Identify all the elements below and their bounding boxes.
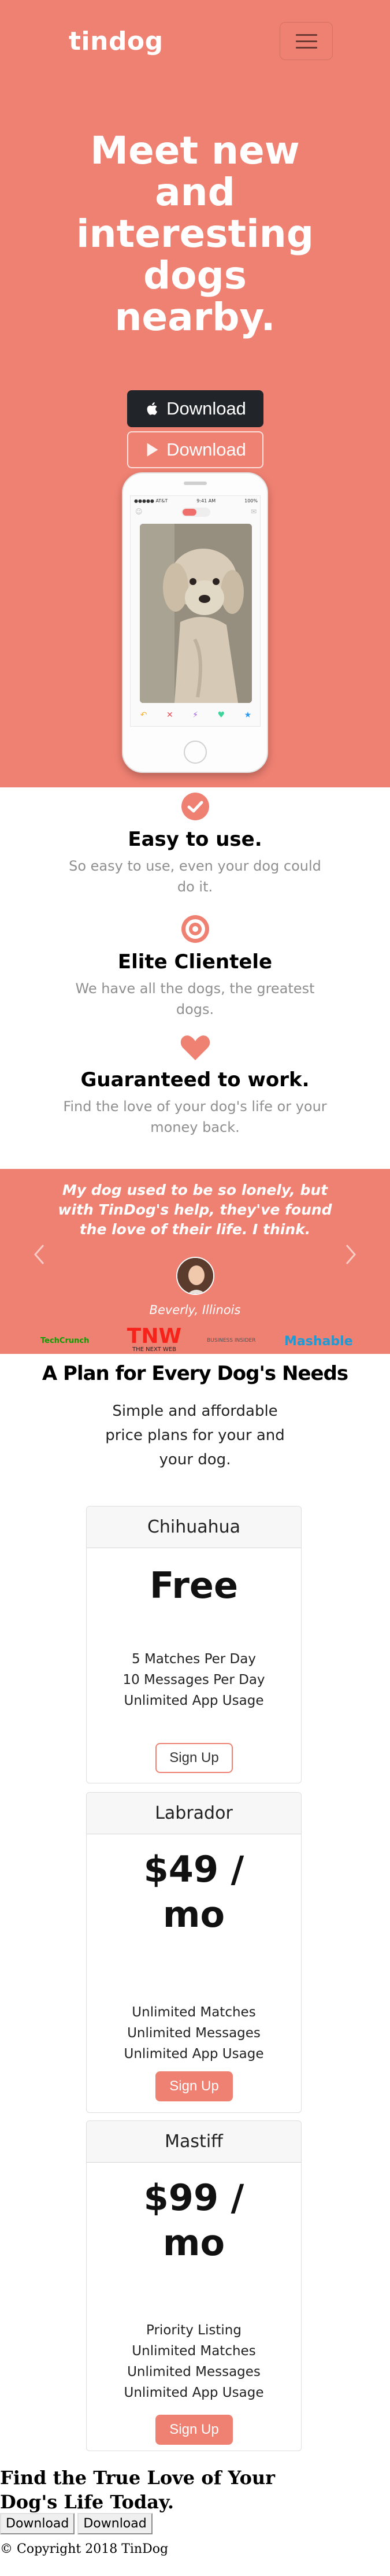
download-google-button[interactable]: Download bbox=[127, 431, 263, 468]
testimonial-attribution: Beverly, Illinois bbox=[149, 1303, 241, 1317]
pricing-feature: Unlimited Matches bbox=[132, 2344, 256, 2359]
pricing-heading: A Plan for Every Dog's Needs bbox=[42, 1362, 348, 1385]
sign-up-button[interactable]: Sign Up bbox=[155, 2415, 233, 2445]
pricing-card-features: 5 Matches Per Day 10 Messages Per Day Un… bbox=[87, 1649, 301, 1711]
chevron-left-icon[interactable] bbox=[32, 1243, 47, 1266]
swipe-actions: ↶ ✕ ⚡ ♥ ★ bbox=[131, 706, 261, 724]
phone-status-bar: ●●●●● AT&T 9:41 AM 100% bbox=[134, 498, 258, 504]
download-apple-label: Download bbox=[166, 398, 246, 419]
chat-icon: ✉ bbox=[250, 508, 257, 516]
navbar-toggler-button[interactable] bbox=[280, 22, 333, 60]
hero-section: tindog Meet new and interesting dogs nea… bbox=[0, 0, 390, 787]
heart-icon bbox=[180, 1035, 210, 1060]
app-mode-toggle-active bbox=[183, 509, 196, 516]
phone-screen: ●●●●● AT&T 9:41 AM 100% ☺ ✉ ↶ ✕ ⚡ ♥ ★ bbox=[130, 495, 261, 727]
pricing-feature: Unlimited Matches bbox=[132, 2005, 256, 2020]
sign-up-button[interactable]: Sign Up bbox=[155, 1743, 233, 1773]
cta-download-button-1[interactable]: Download bbox=[0, 2513, 75, 2534]
pricing-feature: Unlimited Messages bbox=[127, 2026, 261, 2041]
navbar: tindog bbox=[0, 0, 390, 87]
pricing-feature: Unlimited App Usage bbox=[124, 2385, 264, 2400]
bullseye-icon bbox=[181, 915, 209, 943]
apple-icon bbox=[147, 402, 158, 415]
dislike-icon: ✕ bbox=[166, 710, 173, 720]
profile-icon: ☺ bbox=[135, 508, 143, 516]
pricing-card-features: Priority Listing Unlimited Matches Unlim… bbox=[87, 2320, 301, 2403]
pricing-feature: Priority Listing bbox=[146, 2323, 242, 2338]
feature-elite: Elite Clientele We have all the dogs, th… bbox=[0, 915, 390, 1020]
hamburger-icon bbox=[296, 34, 317, 36]
boost-icon: ⚡ bbox=[192, 710, 199, 720]
copyright-text: © Copyright 2018 TinDog bbox=[0, 2542, 169, 2556]
feature-text: We have all the dogs, the greatest dogs. bbox=[75, 980, 315, 1017]
feature-easy: Easy to use. So easy to use, even your d… bbox=[0, 792, 390, 897]
feature-title: Elite Clientele bbox=[117, 950, 273, 974]
sign-up-button[interactable]: Sign Up bbox=[155, 2071, 233, 2101]
cta-heading: Find the True Love of Your Dog's Life To… bbox=[0, 2467, 276, 2513]
pricing-card-price: $99 / mo bbox=[143, 2177, 244, 2264]
hero-title-line: and bbox=[155, 170, 235, 214]
pricing-feature: Unlimited Messages bbox=[127, 2364, 261, 2379]
download-apple-button[interactable]: Download bbox=[127, 390, 263, 427]
undo-icon: ↶ bbox=[140, 710, 147, 720]
hamburger-icon-bar bbox=[296, 47, 317, 49]
dog-illustration bbox=[140, 524, 252, 703]
hero-title-line: Meet new bbox=[90, 128, 300, 173]
pricing-card-mastiff: Mastiff $99 / mo Priority Listing Unlimi… bbox=[86, 2120, 302, 2451]
app-header: ☺ ✉ bbox=[131, 506, 261, 519]
cta-download-button-2[interactable]: Download bbox=[77, 2513, 153, 2534]
phone-carrier: ●●●●● AT&T bbox=[134, 498, 168, 504]
avatar bbox=[176, 1257, 214, 1295]
dog-photo bbox=[140, 524, 252, 703]
feature-title: Guaranteed to work. bbox=[80, 1068, 310, 1091]
hero-title-line: dogs bbox=[143, 253, 247, 298]
hamburger-icon-bar bbox=[296, 40, 317, 42]
pricing-card-header: Labrador bbox=[87, 1793, 301, 1834]
tnw-logo: TNW THE NEXT WEB bbox=[122, 1326, 186, 1353]
download-google-label: Download bbox=[166, 439, 246, 460]
pricing-card-labrador: Labrador $49 / mo Unlimited Matches Unli… bbox=[86, 1792, 302, 2113]
phone-mockup-image: ●●●●● AT&T 9:41 AM 100% ☺ ✉ ↶ ✕ ⚡ ♥ ★ bbox=[122, 472, 268, 773]
pricing-feature: Unlimited App Usage bbox=[124, 2046, 264, 2061]
phone-battery: 100% bbox=[244, 498, 258, 504]
superlike-icon: ★ bbox=[244, 710, 252, 720]
techcrunch-logo: TechCrunch bbox=[40, 1337, 90, 1345]
testimonial-section: My dog used to be so lonely, but with Ti… bbox=[0, 1169, 390, 1354]
cta-buttons: Download Download bbox=[0, 2513, 153, 2534]
pricing-feature: Unlimited App Usage bbox=[124, 1693, 264, 1708]
testimonial-quote: My dog used to be so lonely, but with Ti… bbox=[58, 1182, 332, 1238]
phone-home-button bbox=[184, 741, 207, 764]
feature-title: Easy to use. bbox=[128, 828, 262, 851]
hero-title: Meet new and interesting dogs nearby. bbox=[0, 130, 390, 338]
pricing-card-header: Mastiff bbox=[87, 2121, 301, 2163]
brand-logo[interactable]: tindog bbox=[69, 27, 164, 56]
pricing-card-chihuahua: Chihuahua Free 5 Matches Per Day 10 Mess… bbox=[86, 1506, 302, 1783]
pricing-feature: 10 Messages Per Day bbox=[122, 1672, 265, 1687]
feature-guaranteed: Guaranteed to work. Find the love of you… bbox=[0, 1035, 390, 1138]
mashable-logo: Mashable bbox=[284, 1334, 353, 1349]
app-mode-toggle bbox=[181, 508, 210, 517]
avatar-image bbox=[177, 1258, 213, 1294]
play-icon bbox=[147, 443, 158, 457]
business-insider-logo: BUSINESS INSIDER bbox=[207, 1338, 256, 1343]
pricing-card-price: $49 / mo bbox=[143, 1848, 244, 1935]
hero-title-line: nearby. bbox=[114, 295, 276, 339]
page: tindog Meet new and interesting dogs nea… bbox=[0, 0, 390, 2576]
tnw-logo-text: TNW bbox=[127, 1324, 182, 1348]
pricing-subheading: Simple and affordable price plans for yo… bbox=[105, 1402, 285, 1468]
pricing-card-features: Unlimited Matches Unlimited Messages Unl… bbox=[87, 2002, 301, 2064]
pricing-feature: 5 Matches Per Day bbox=[132, 1652, 256, 1667]
feature-text: Find the love of your dog's life or your… bbox=[63, 1098, 327, 1135]
check-circle-icon bbox=[181, 793, 209, 820]
hero-title-line: interesting bbox=[76, 212, 314, 256]
phone-speaker bbox=[184, 482, 207, 485]
like-icon: ♥ bbox=[217, 710, 225, 720]
phone-time: 9:41 AM bbox=[196, 498, 216, 504]
press-logos: TechCrunch TNW THE NEXT WEB BUSINESS INS… bbox=[0, 1326, 390, 1355]
pricing-card-price: Free bbox=[149, 1564, 239, 1607]
feature-text: So easy to use, even your dog could do i… bbox=[69, 858, 321, 895]
chevron-right-icon[interactable] bbox=[343, 1243, 358, 1266]
pricing-card-header: Chihuahua bbox=[87, 1507, 301, 1548]
